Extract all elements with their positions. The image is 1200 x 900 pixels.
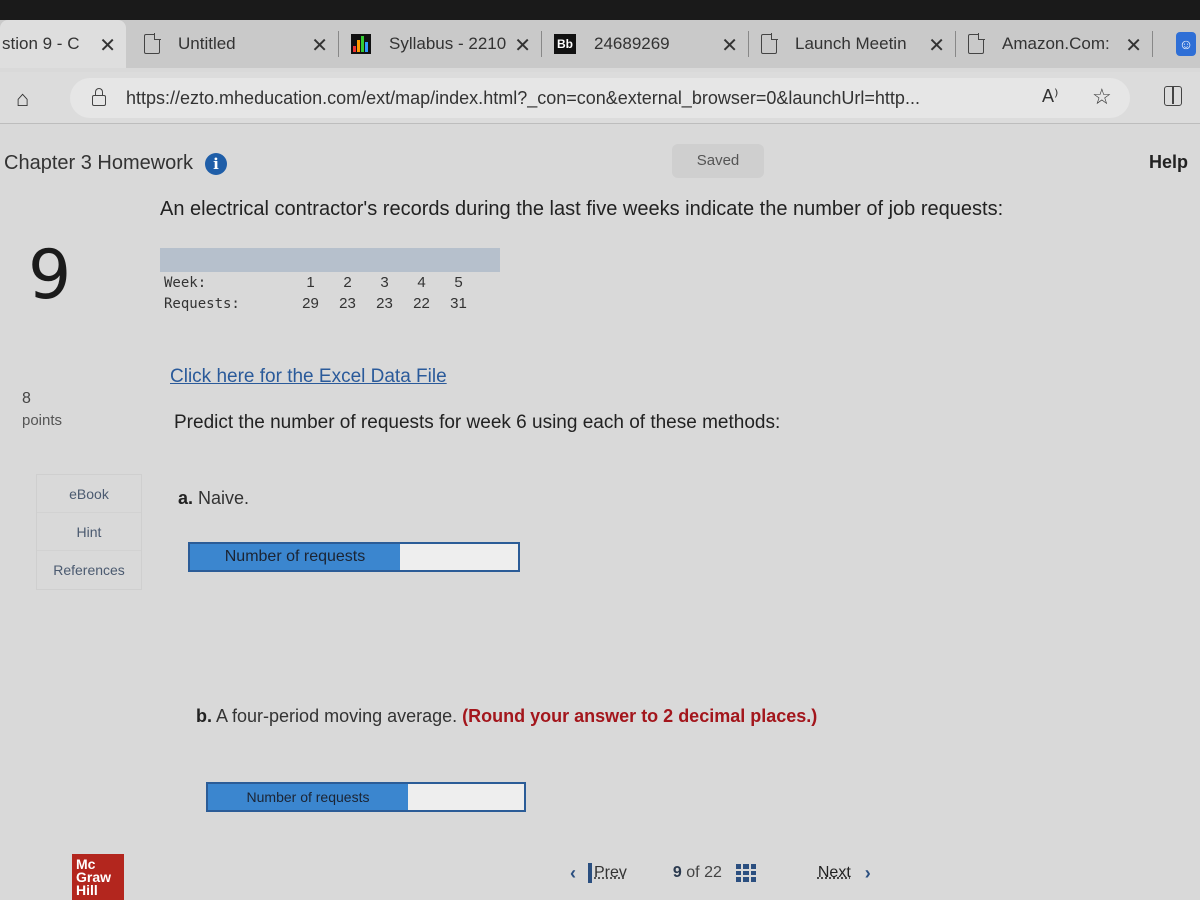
table-header-bar — [160, 248, 500, 272]
rounding-note: (Round your answer to 2 decimal places.) — [462, 706, 818, 726]
requests-cell: 31 — [450, 295, 467, 312]
tab-title: Syllabus - 2210 — [389, 34, 507, 53]
week-cell: 1 — [306, 274, 315, 291]
tab-question-9[interactable]: stion 9 - C ✕ — [0, 20, 126, 68]
mcgraw-hill-logo: Mc Graw Hill — [72, 854, 124, 900]
home-icon[interactable]: ⌂ — [16, 86, 29, 112]
close-icon[interactable]: ✕ — [721, 33, 738, 58]
url-text[interactable]: https://ezto.mheducation.com/ext/map/ind… — [126, 88, 920, 109]
ebook-link[interactable]: eBook — [37, 475, 141, 513]
instruction-text: Predict the number of requests for week … — [174, 412, 781, 433]
browser-tab-strip: stion 9 - C ✕ Untitled ✕ Syllabus - 2210… — [0, 20, 1200, 68]
tab-amazon[interactable]: Amazon.Com: ✕ — [956, 20, 1152, 68]
tab-title: Untitled — [178, 34, 236, 53]
part-b-input-label: Number of requests — [208, 784, 408, 810]
question-intro: An electrical contractor's records durin… — [160, 198, 1004, 220]
points-value: 8 — [22, 390, 31, 407]
close-icon[interactable]: ✕ — [928, 33, 945, 58]
tab-syllabus[interactable]: Syllabus - 2210 ✕ — [339, 20, 541, 68]
row-label: Requests: — [164, 295, 240, 312]
part-b-answer-input[interactable] — [408, 784, 524, 810]
question-navigation: ‹ Prev 9 of 22 Next › — [570, 858, 871, 888]
question-counter: 9 of 22 — [673, 864, 722, 882]
week-cell: 3 — [380, 274, 389, 291]
tab-title: stion 9 - C — [2, 34, 80, 53]
tab-separator — [1152, 31, 1153, 57]
bar-chart-icon — [351, 34, 371, 54]
close-icon[interactable]: ✕ — [514, 33, 531, 58]
table-row-week: Week: 1 2 3 4 5 — [160, 272, 500, 293]
profile-icon[interactable]: ☺ — [1176, 32, 1196, 56]
url-field[interactable]: https://ezto.mheducation.com/ext/map/ind… — [70, 78, 1130, 118]
tab-blackboard[interactable]: Bb 24689269 ✕ — [542, 20, 748, 68]
part-b-answer-row: Number of requests — [206, 782, 526, 812]
split-screen-icon[interactable] — [1164, 86, 1182, 106]
lock-icon[interactable] — [92, 88, 106, 106]
part-a-letter: a. — [178, 488, 194, 508]
close-icon[interactable]: ✕ — [311, 33, 328, 58]
info-icon[interactable]: i — [204, 152, 227, 175]
requests-cell: 23 — [339, 295, 356, 312]
references-link[interactable]: References — [37, 551, 141, 589]
hint-link[interactable]: Hint — [37, 513, 141, 551]
excel-data-file-link[interactable]: Click here for the Excel Data File — [170, 366, 447, 388]
focus-indicator — [588, 863, 592, 883]
assignment-title: Chapter 3 Homework i — [4, 152, 227, 175]
question-number: 9 — [28, 236, 72, 315]
saved-status: Saved — [672, 144, 764, 178]
part-b-prompt: b. A four-period moving average. (Round … — [196, 706, 817, 727]
part-a-prompt: a. Naive. — [178, 488, 249, 509]
logo-line: Hill — [76, 882, 98, 898]
part-a-answer-input[interactable] — [400, 544, 518, 570]
tab-launch-meeting[interactable]: Launch Meetin ✕ — [749, 20, 955, 68]
tab-title: Amazon.Com: — [1002, 34, 1110, 53]
part-b-text: A four-period moving average. — [216, 706, 458, 726]
part-a-input-label: Number of requests — [190, 544, 400, 570]
table-row-requests: Requests: 29 23 23 22 31 — [160, 293, 500, 314]
tab-untitled[interactable]: Untitled ✕ — [126, 20, 338, 68]
assignment-title-text: Chapter 3 Homework — [4, 152, 193, 174]
chevron-right-icon: › — [864, 862, 871, 883]
favorite-star-icon[interactable]: ☆ — [1092, 84, 1112, 110]
address-bar: ⌂ https://ezto.mheducation.com/ext/map/i… — [0, 72, 1200, 124]
requests-cell: 23 — [376, 295, 393, 312]
of-label: of — [686, 864, 700, 881]
document-icon — [144, 33, 161, 54]
next-button[interactable]: Next › — [818, 863, 871, 884]
requests-cell: 29 — [302, 295, 319, 312]
tab-title: 24689269 — [594, 34, 670, 53]
data-table: Week: 1 2 3 4 5 Requests: 29 23 23 22 31 — [160, 248, 500, 314]
document-icon — [761, 33, 778, 54]
current-question: 9 — [672, 864, 682, 881]
points-label: points — [22, 412, 63, 429]
document-icon — [968, 33, 985, 54]
total-questions: 22 — [704, 864, 722, 881]
blackboard-icon: Bb — [554, 34, 576, 54]
tab-title: Launch Meetin — [795, 34, 907, 53]
next-label: Next — [817, 864, 851, 881]
part-a-answer-row: Number of requests — [188, 542, 520, 572]
help-button[interactable]: Help — [1149, 152, 1188, 173]
row-label: Week: — [164, 274, 207, 291]
requests-cell: 22 — [413, 295, 430, 312]
chevron-left-icon: ‹ — [570, 862, 576, 883]
question-grid-icon[interactable] — [735, 864, 756, 882]
close-icon[interactable]: ✕ — [1125, 33, 1142, 58]
part-b-letter: b. — [196, 706, 212, 726]
screen-bezel — [0, 0, 1200, 20]
read-aloud-icon[interactable]: A⁾ — [1042, 86, 1058, 107]
close-icon[interactable]: ✕ — [99, 33, 116, 58]
prev-button[interactable]: ‹ Prev — [570, 863, 627, 884]
resource-links: eBook Hint References — [36, 474, 142, 590]
week-cell: 2 — [343, 274, 352, 291]
week-cell: 5 — [454, 274, 463, 291]
prev-label: Prev — [594, 864, 627, 881]
week-cell: 4 — [417, 274, 426, 291]
part-a-text: Naive. — [198, 488, 250, 508]
